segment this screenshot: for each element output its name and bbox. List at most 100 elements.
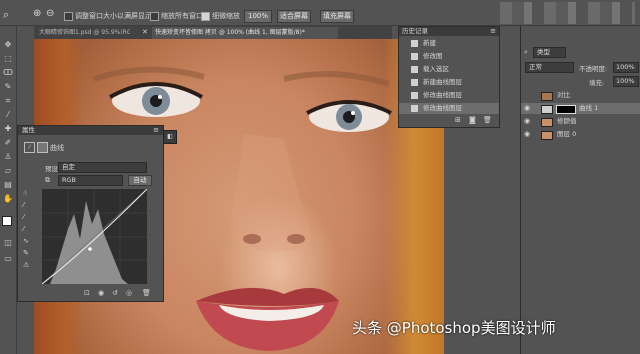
eyedropper-tool-icon[interactable]: ⁄ [3,110,13,120]
history-panel: 历史记录 ≡ 新建修改图载入选区新建曲线图层 修改曲线图层 修改曲线图层 ⊞ ◙ 🗑 [398,26,500,128]
delete-icon[interactable]: 🗑 [142,289,151,297]
history-item-label: 修改曲线图层 [423,104,462,112]
history-item[interactable]: 载入选区 [399,64,499,75]
channel-select[interactable]: RGB [58,175,123,186]
eraser-tool-icon[interactable]: ▱ [3,166,13,176]
document-tabs: 大眼睛修饰图1.psd @ 95.9%(RGB/8#) 快速矫变坏皆修图 拷贝 … [34,26,392,39]
tools-panel: ✥ ⬚ ↀ ✎ ⌗ ⁄ ✚ ✐ ♙ ▱ ▤ ✋ ◫ ▭ [0,26,17,354]
tab-document-1[interactable]: 大眼睛修饰图1.psd @ 95.9%(RGB/8#) [36,27,130,39]
history-state-icon [411,79,418,86]
curves-graph[interactable] [42,189,147,284]
layer-row[interactable]: 对比 [521,90,640,101]
pixel-mosaic-decoration [500,2,635,24]
blend-mode-select[interactable]: 正常 [525,62,574,73]
lasso-tool-icon[interactable]: ↀ [3,68,13,78]
marquee-tool-icon[interactable]: ⬚ [3,54,13,64]
new-document-from-state-icon[interactable]: ⊞ [455,116,461,124]
mask-icon[interactable] [37,142,48,153]
zoom-in-icon[interactable]: ⊕ [33,8,41,19]
layer-name: 图层 0 [557,130,577,138]
layer-name: 曲线 1 [579,104,599,112]
collapsed-panel-icon[interactable]: ◧ [163,130,177,144]
layer-row[interactable]: ◉ 修颜值 [521,116,640,127]
screen-mode-icon[interactable]: ▭ [3,254,13,264]
history-item[interactable]: 新建 [399,38,499,49]
move-tool-icon[interactable]: ✥ [3,40,13,50]
zoom-tool-icon[interactable]: ⌕ [3,8,9,22]
clip-to-layer-icon[interactable]: ⊡ [84,289,90,297]
zoom-100-button[interactable]: 100% [244,10,272,23]
layer-row[interactable]: ◉ 曲线 1 [521,103,640,114]
history-item-label: 修改图 [423,52,443,60]
gray-point-eyedropper-icon[interactable]: ⁄ [23,213,24,221]
layer-visibility-icon[interactable]: ◉ [524,116,530,127]
layer-name: 修颜值 [557,117,577,125]
history-item-label: 新建 [423,39,436,47]
curves-label: 曲线 [50,144,64,152]
history-header: 历史记录 ≡ [399,27,499,36]
foreground-color-swatch[interactable] [2,216,12,226]
layer-mask-thumbnail[interactable] [556,105,576,114]
properties-panel: 属性 ≡ ⁄ 曲线 预设: 自定 ⧉ RGB 自动 ☝ ⁄ ⁄ ⁄ ∿ ✎ ⚠ … [17,125,164,302]
history-title: 历史记录 [402,27,428,35]
hand-tool-icon[interactable]: ✋ [3,194,13,204]
history-item-label: 修改曲线图层 [423,91,462,99]
curve-edit-icon[interactable]: ∿ [23,237,29,245]
history-state-icon [411,53,418,60]
reset-icon[interactable]: ↺ [112,289,118,297]
properties-title: 属性 [22,126,35,134]
visibility-icon[interactable]: ◎ [126,289,132,297]
view-previous-icon[interactable]: ◉ [98,289,104,297]
clone-stamp-tool-icon[interactable]: ♙ [3,152,13,162]
history-item-label: 新建曲线图层 [423,78,462,86]
history-item[interactable]: 新建曲线图层 [399,77,499,88]
scrubby-zoom-checkbox[interactable]: 细微缩放 [201,11,240,21]
layer-visibility-icon[interactable]: ◉ [524,103,530,114]
fit-screen-button[interactable]: 适合屏幕 [277,10,311,23]
quick-mask-icon[interactable]: ◫ [3,238,13,248]
clipping-warning-icon[interactable]: ⚠ [23,261,29,269]
preset-select[interactable]: 自定 [58,162,147,173]
fill-screen-button[interactable]: 填充屏幕 [320,10,354,23]
channel-icon: ⧉ [45,176,50,184]
close-tab-icon[interactable]: ✕ [142,28,148,36]
resize-windows-label: 调整窗口大小以满屏显示 [75,12,152,20]
layer-name: 对比 [557,91,570,99]
properties-header: 属性 ≡ [18,126,163,135]
history-state-icon [411,40,418,47]
snapshot-icon[interactable]: ◙ [469,116,476,124]
history-footer: ⊞ ◙ 🗑 [399,115,499,127]
zoom-all-windows-checkbox[interactable]: 缩放所有窗口 [150,11,203,21]
histogram-shape [50,201,128,284]
brush-tool-icon[interactable]: ✐ [3,138,13,148]
fill-label: 填充: [589,79,605,87]
layers-panel: ⌕ 类型 正常 不透明度: 100% 填充: 100% 对比 ◉ 曲线 1 ◉ 修颜值 ◉… [520,26,640,354]
healing-brush-tool-icon[interactable]: ✚ [3,124,13,134]
history-item[interactable]: 修改图 [399,51,499,62]
auto-button[interactable]: 自动 [128,175,152,186]
crop-tool-icon[interactable]: ⌗ [3,96,13,106]
white-point-eyedropper-icon[interactable]: ⁄ [23,225,24,233]
history-item[interactable]: 修改曲线图层 [399,90,499,101]
fill-input[interactable]: 100% [613,76,639,87]
black-point-eyedropper-icon[interactable]: ⁄ [23,201,24,209]
layer-row[interactable]: ◉ 图层 0 [521,129,640,140]
layer-kind-select[interactable]: 类型 [533,47,566,58]
curves-adjustment-icon: ⁄ [24,142,35,153]
options-bar: ⌕ ⊕ ⊖ 调整窗口大小以满屏显示 缩放所有窗口 细微缩放 100% 适合屏幕 … [0,0,640,26]
history-item[interactable]: 修改曲线图层 [399,103,499,114]
history-menu-icon[interactable]: ≡ [490,27,496,36]
pencil-icon[interactable]: ✎ [23,249,29,257]
quick-select-tool-icon[interactable]: ✎ [3,82,13,92]
zoom-all-windows-label: 缩放所有窗口 [161,12,203,20]
zoom-out-icon[interactable]: ⊖ [46,8,54,19]
gradient-tool-icon[interactable]: ▤ [3,180,13,190]
panel-menu-icon[interactable]: ≡ [153,126,159,135]
history-state-icon [411,66,418,73]
resize-windows-checkbox[interactable]: 调整窗口大小以满屏显示 [64,11,152,21]
history-delete-icon[interactable]: 🗑 [483,116,492,124]
on-image-adjust-icon[interactable]: ☝ [23,189,27,197]
tab-document-2[interactable]: 快速矫变坏皆修图 拷贝 @ 100% (曲线 1, 图层蒙版/8)* [152,27,338,39]
opacity-input[interactable]: 100% [613,62,639,73]
layer-visibility-icon[interactable]: ◉ [524,129,530,140]
